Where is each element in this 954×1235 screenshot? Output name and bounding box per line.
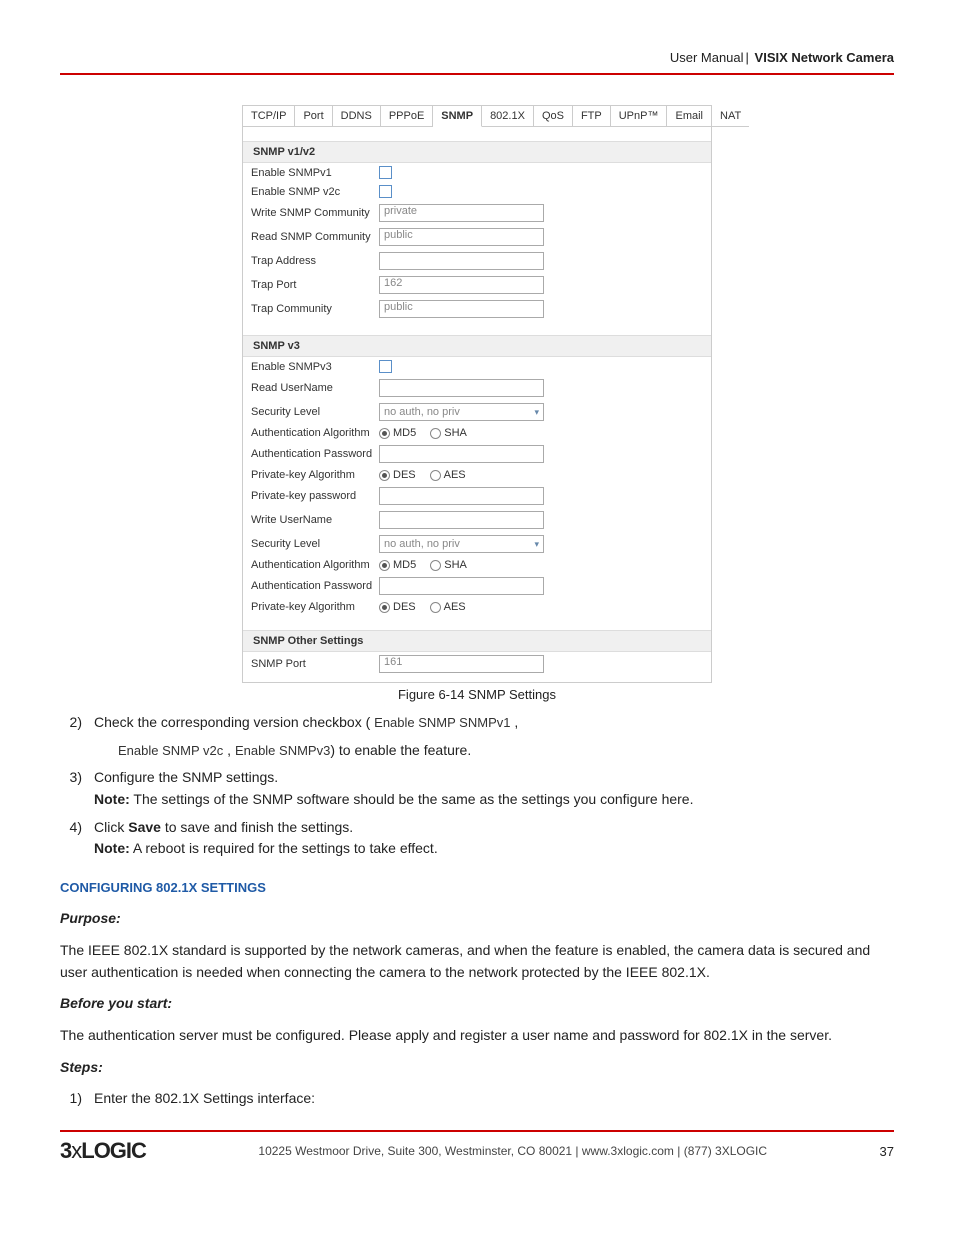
input-trap-address[interactable]	[379, 252, 544, 270]
label-pk-algo-1: Private-key Algorithm	[251, 469, 379, 481]
radio-md5-1[interactable]	[379, 428, 390, 439]
label-pk-algo-2: Private-key Algorithm	[251, 601, 379, 613]
input-pk-pass[interactable]	[379, 487, 544, 505]
section-snmp-v1v2: SNMP v1/v2	[243, 141, 711, 163]
checkbox-enable-snmpv3[interactable]	[379, 360, 392, 373]
header-sep: |	[746, 50, 749, 65]
tab-tcpip[interactable]: TCP/IP	[243, 106, 295, 127]
inline-enable-snmpv1: Enable SNMP SNMPv1	[374, 715, 510, 730]
inline-enable-snmpv2c: Enable SNMP v2c	[118, 743, 223, 758]
footer-address: 10225 Westmoor Drive, Suite 300, Westmin…	[258, 1144, 767, 1158]
tab-snmp[interactable]: SNMP	[433, 106, 482, 127]
page-number: 37	[880, 1144, 894, 1159]
steps-heading: Steps:	[60, 1059, 103, 1075]
label-write-community: Write SNMP Community	[251, 207, 379, 219]
tab-upnp[interactable]: UPnP™	[611, 106, 668, 127]
input-auth-pass-1[interactable]	[379, 445, 544, 463]
section-snmp-other: SNMP Other Settings	[243, 630, 711, 652]
input-write-community[interactable]: private	[379, 204, 544, 222]
tab-port[interactable]: Port	[295, 106, 332, 127]
label-security-level-2: Security Level	[251, 538, 379, 550]
label-read-username: Read UserName	[251, 382, 379, 394]
label-pk-pass: Private-key password	[251, 490, 379, 502]
step-2: 2) Check the corresponding version check…	[60, 712, 894, 734]
select-security-level-1[interactable]: no auth, no priv▾	[379, 403, 544, 421]
header-left: User Manual	[670, 50, 744, 65]
input-auth-pass-2[interactable]	[379, 577, 544, 595]
header-rule	[60, 73, 894, 75]
checkbox-enable-snmpv2c[interactable]	[379, 185, 392, 198]
chevron-down-icon: ▾	[534, 407, 539, 418]
tab-8021x[interactable]: 802.1X	[482, 106, 534, 127]
label-auth-algo-1: Authentication Algorithm	[251, 427, 379, 439]
input-trap-community[interactable]: public	[379, 300, 544, 318]
step-4: 4) Click Save to save and finish the set…	[60, 817, 894, 860]
checkbox-enable-snmpv1[interactable]	[379, 166, 392, 179]
tab-strip: TCP/IP Port DDNS PPPoE SNMP 802.1X QoS F…	[243, 106, 711, 127]
radio-aes-1[interactable]	[430, 470, 441, 481]
before-heading: Before you start:	[60, 995, 172, 1011]
label-security-level-1: Security Level	[251, 406, 379, 418]
tab-qos[interactable]: QoS	[534, 106, 573, 127]
inline-enable-snmpv3: Enable SNMPv3	[235, 743, 330, 758]
input-snmp-port[interactable]: 161	[379, 655, 544, 673]
radio-sha-2[interactable]	[430, 560, 441, 571]
input-read-username[interactable]	[379, 379, 544, 397]
label-read-community: Read SNMP Community	[251, 231, 379, 243]
page-footer: 3xLOGIC 10225 Westmoor Drive, Suite 300,…	[60, 1132, 894, 1164]
select-security-level-2[interactable]: no auth, no priv▾	[379, 535, 544, 553]
radio-des-1[interactable]	[379, 470, 390, 481]
tab-ftp[interactable]: FTP	[573, 106, 611, 127]
label-enable-snmpv2c: Enable SNMP v2c	[251, 186, 379, 198]
label-auth-pass-1: Authentication Password	[251, 448, 379, 460]
logo-3xlogic: 3xLOGIC	[60, 1138, 146, 1164]
radio-des-2[interactable]	[379, 602, 390, 613]
step-2-cont: Enable SNMP v2c , Enable SNMPv3) to enab…	[118, 740, 894, 762]
label-trap-community: Trap Community	[251, 303, 379, 315]
figure-caption: Figure 6-14 SNMP Settings	[60, 687, 894, 702]
before-text: The authentication server must be config…	[60, 1025, 894, 1047]
label-snmp-port: SNMP Port	[251, 658, 379, 670]
input-write-username[interactable]	[379, 511, 544, 529]
label-write-username: Write UserName	[251, 514, 379, 526]
tab-nat[interactable]: NAT	[712, 106, 749, 127]
label-enable-snmpv1: Enable SNMPv1	[251, 167, 379, 179]
chevron-down-icon: ▾	[534, 539, 539, 550]
label-auth-algo-2: Authentication Algorithm	[251, 559, 379, 571]
header-right: VISIX Network Camera	[755, 50, 894, 65]
label-trap-address: Trap Address	[251, 255, 379, 267]
radio-md5-2[interactable]	[379, 560, 390, 571]
input-trap-port[interactable]: 162	[379, 276, 544, 294]
tab-ddns[interactable]: DDNS	[333, 106, 381, 127]
tab-pppoe[interactable]: PPPoE	[381, 106, 433, 127]
tab-email[interactable]: Email	[667, 106, 712, 127]
purpose-text: The IEEE 802.1X standard is supported by…	[60, 940, 894, 983]
label-auth-pass-2: Authentication Password	[251, 580, 379, 592]
label-enable-snmpv3: Enable SNMPv3	[251, 361, 379, 373]
doc-header: User Manual| VISIX Network Camera	[60, 50, 894, 75]
radio-sha-1[interactable]	[430, 428, 441, 439]
purpose-heading: Purpose:	[60, 910, 121, 926]
label-trap-port: Trap Port	[251, 279, 379, 291]
snmp-settings-panel: TCP/IP Port DDNS PPPoE SNMP 802.1X QoS F…	[242, 105, 712, 683]
8021x-step-1: 1)Enter the 802.1X Settings interface:	[60, 1088, 894, 1110]
section-title-8021x: CONFIGURING 802.1X SETTINGS	[60, 878, 894, 898]
input-read-community[interactable]: public	[379, 228, 544, 246]
radio-aes-2[interactable]	[430, 602, 441, 613]
section-snmp-v3: SNMP v3	[243, 335, 711, 357]
step-3: 3) Configure the SNMP settings. Note: Th…	[60, 767, 894, 810]
